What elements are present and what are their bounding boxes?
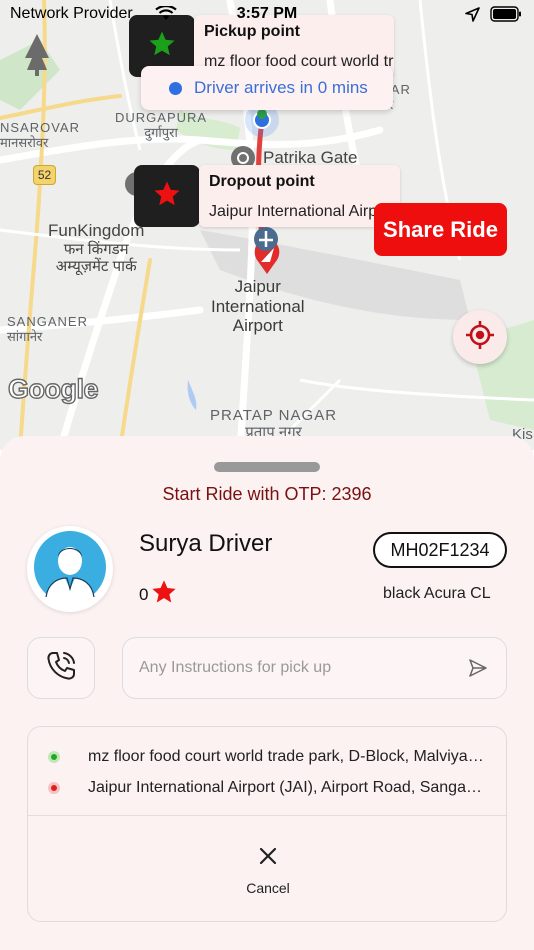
pickup-dot-icon [48, 751, 60, 763]
ride-bottom-sheet: Start Ride with OTP: 2396 Surya Driver 0… [0, 436, 534, 950]
driver-dot-icon [169, 81, 182, 95]
recenter-button[interactable] [453, 310, 507, 364]
clock: 3:57 PM [236, 5, 298, 22]
location-arrow-icon [465, 6, 480, 27]
star-icon [150, 578, 178, 611]
license-plate-badge: MH02F1234 [373, 532, 507, 568]
driver-arrival-text: Driver arrives in 0 mins [194, 78, 368, 97]
instructions-field[interactable] [122, 637, 507, 699]
star-icon [152, 179, 182, 214]
rating-value: 0 [139, 584, 149, 604]
google-logo: Google [7, 373, 99, 404]
phone-icon [44, 649, 78, 688]
dropoff-marker[interactable] [134, 165, 200, 227]
route-divider [28, 815, 506, 816]
avatar-icon [34, 530, 106, 608]
map-label-mansarovar: NSAROVAR मानसरोवर [0, 120, 80, 150]
dropoff-card[interactable]: Dropout point Jaipur International Airpo… [199, 165, 400, 227]
cancel-label: Cancel [246, 879, 290, 896]
status-bar: Network Provider 3:57 PM [0, 0, 534, 30]
map-label-sanganer: SANGANER सांगानेर [7, 314, 88, 344]
road-shield-52: 52 [33, 165, 56, 185]
driver-rating: 0 [139, 578, 178, 611]
route-dropoff-address: Jaipur International Airport (JAI), Airp… [88, 779, 488, 796]
route-pickup-address: mz floor food court world trade park, D-… [88, 748, 488, 765]
map-label-airport: Jaipur International Airport [211, 277, 305, 336]
dropoff-dot-icon [48, 782, 60, 794]
driver-arrival-pill: Driver arrives in 0 mins [141, 66, 393, 110]
crosshair-icon [465, 320, 495, 355]
map-label-funkingdom: FunKingdom फन किंगडम अम्यूज़मेंट पार्क [48, 221, 145, 275]
driver-avatar [27, 526, 113, 612]
route-card: mz floor food court world trade park, D-… [27, 726, 507, 922]
call-driver-button[interactable] [27, 637, 95, 699]
share-ride-button[interactable]: Share Ride [374, 203, 507, 256]
battery-icon [490, 6, 522, 27]
car-description: black Acura CL [383, 585, 491, 602]
send-icon[interactable] [468, 658, 488, 683]
dropoff-card-title: Dropout point [209, 173, 315, 190]
route-pickup-row: mz floor food court world trade park, D-… [28, 742, 506, 772]
sheet-drag-handle[interactable] [214, 462, 320, 472]
route-dropoff-row: Jaipur International Airport (JAI), Airp… [28, 773, 506, 803]
dropoff-card-address: Jaipur International Airport [209, 203, 396, 220]
star-icon [147, 29, 177, 64]
map-label-durgapura: DURGAPURA दुर्गापुरा [115, 110, 208, 140]
otp-text: Start Ride with OTP: 2396 [162, 484, 372, 504]
cancel-ride-button[interactable]: Cancel [218, 843, 318, 899]
instructions-input[interactable] [139, 638, 449, 698]
driver-name: Surya Driver [139, 530, 273, 557]
close-icon [259, 847, 277, 870]
